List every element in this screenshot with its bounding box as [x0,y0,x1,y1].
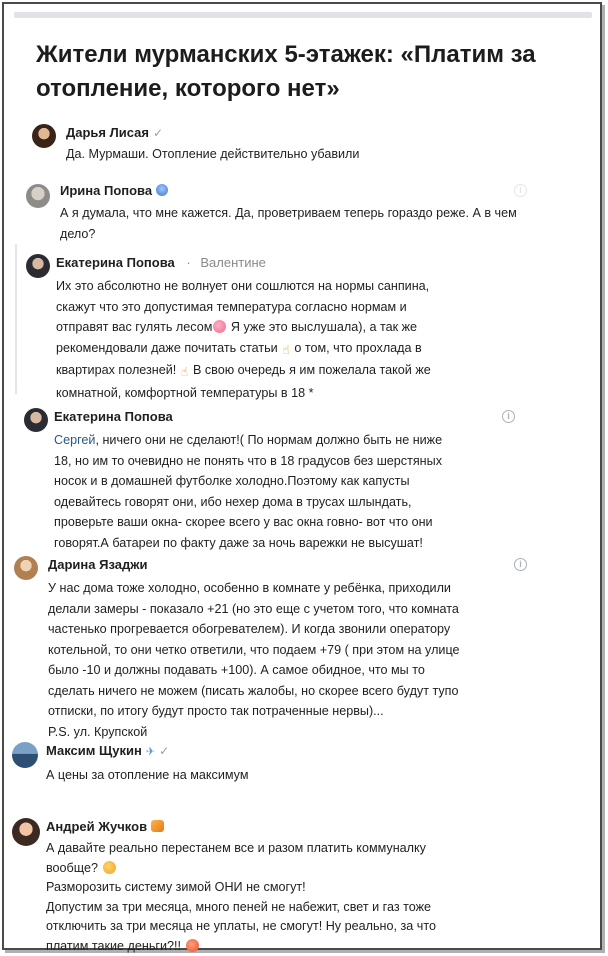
text-line-wrap: платим такие деньги?!! [46,937,586,956]
verified-check-icon: ✓ [159,744,170,758]
text-line: В свою очередь я им пожелала такой же [189,363,431,377]
text-line: вообще? [46,860,102,875]
text-line: рекомендовали даже почитать статьи [56,340,282,355]
comment-text: Их это абсолютно не волнует они сошлются… [56,276,556,403]
text-line: сделать ничего не можем (писать жалобы, … [48,683,459,698]
text-line-wrap: вообще? [46,859,586,879]
plane-icon: ✈ [145,746,156,758]
text-line: отправят вас гулять лесом [56,320,213,334]
text-line: было -10 и должны подавать +100). А само… [48,663,425,677]
text-line: Их это абсолютно не волнует они сошлются… [56,279,430,293]
text-line: частенько прогревается обогревателем). И… [48,622,451,636]
emoji-icon [213,320,227,333]
author-name-wrap: Дарья Лисая ✓ [66,125,163,140]
pointing-hand-icon: ☝ [282,342,290,357]
reply-to-name[interactable]: Валентине [200,255,266,270]
avatar[interactable] [26,184,50,208]
text-line: делали замеры - показало +21 (но это еще… [48,601,459,616]
author-name[interactable]: Екатерина Попова [56,255,175,270]
text-line: котельной, то они четко ответили, что по… [48,642,460,657]
avatar[interactable] [14,556,38,580]
author-name[interactable]: Дарина Язаджи [48,557,147,572]
comment-text: А я думала, что мне кажется. Да, проветр… [60,206,517,241]
author-name[interactable]: Екатерина Попова [54,409,173,424]
angry-emoji-icon [185,938,199,952]
text-line: платим такие деньги?!! [46,938,185,953]
author-name-wrap: Максим Щукин ✈ ✓ [46,743,169,758]
text-line: комнатной, комфортной температуры в 18 * [56,385,314,400]
separator-dot: · [186,255,191,270]
info-icon[interactable]: i [514,184,527,197]
text-line: У нас дома тоже холодно, особенно в комн… [48,581,451,595]
avatar[interactable] [32,124,56,148]
text-line: Допустим за три месяца, много пеней не н… [46,899,432,914]
avatar[interactable] [26,254,50,278]
user-badge-icon [151,820,165,832]
text-line: о том, что прохлада в [290,340,422,355]
text-line: отписки, по итогу будут просто так потра… [48,704,384,718]
author-name-wrap: Ирина Попова [60,183,169,198]
comment-text: Да. Мурмаши. Отопление действительно уба… [66,147,360,161]
screenshot-frame: Жители мурманских 5-этажек: «Платим за о… [2,2,602,953]
text-line: , ничего они не сделают!( По нормам долж… [95,433,443,447]
post-title: Жители мурманских 5-этажек: «Платим за о… [36,41,536,102]
text-line: 18, но им то очевидно не понять что в 18… [54,453,442,468]
comment-text: Сергей, ничего они не сделают!( По норма… [54,430,574,553]
author-name[interactable]: Максим Щукин [46,743,142,758]
text-line-wrap: отправят вас гулять лесом Я уже это высл… [56,317,556,338]
info-icon[interactable]: i [502,410,515,423]
text-line: одевайтесь говорят они, ибо нехер дома в… [54,494,412,509]
author-name-wrap: Екатерина Попова · Валентине [56,255,266,270]
text-line-wrap: квартирах полезней! ☝ В свою очередь я и… [56,360,556,383]
text-line: А давайте реально перестанем все и разом… [46,841,426,855]
avatar[interactable] [12,742,38,768]
text-line: квартирах полезней! [56,363,180,377]
verified-check-icon: ✓ [152,126,164,140]
text-line: Разморозить систему зимой ОНИ не смогут! [46,880,306,894]
text-line: носок и в домашней футболке холодно.Поэт… [54,474,410,488]
reply-mention-link[interactable]: Сергей [54,433,95,447]
info-icon[interactable]: i [514,558,527,571]
thinking-emoji-icon [102,860,116,874]
text-line: отключить за три месяца не уплаты, не см… [46,919,436,933]
avatar[interactable] [12,818,40,846]
author-name-wrap: Андрей Жучков [46,819,165,834]
text-line: Я уже это выслушала), а так же [227,320,418,334]
author-name[interactable]: Ирина Попова [60,183,152,198]
text-line: скажут что это допустимая температура со… [56,299,407,314]
thread-line [15,244,17,394]
comment-text: А давайте реально перестанем все и разом… [46,839,586,956]
top-strip [14,12,592,18]
text-line-wrap: Сергей, ничего они не сделают!( По норма… [54,430,574,451]
author-name[interactable]: Дарья Лисая [66,125,149,140]
text-line: проверьте ваши окна- скорее всего у вас … [54,515,433,529]
comment-text: А цены за отопление на максимум [46,768,249,782]
avatar[interactable] [24,408,48,432]
comment-text: У нас дома тоже холодно, особенно в комн… [48,578,588,742]
text-line-wrap: рекомендовали даже почитать статьи ☝ о т… [56,338,556,361]
author-name[interactable]: Андрей Жучков [46,819,147,834]
text-line: говорят.А батареи по факту даже за ночь … [54,535,423,550]
text-line: P.S. ул. Крупской [48,724,148,739]
user-badge-icon [156,184,169,196]
pointing-hand-icon: ☝ [180,365,189,379]
